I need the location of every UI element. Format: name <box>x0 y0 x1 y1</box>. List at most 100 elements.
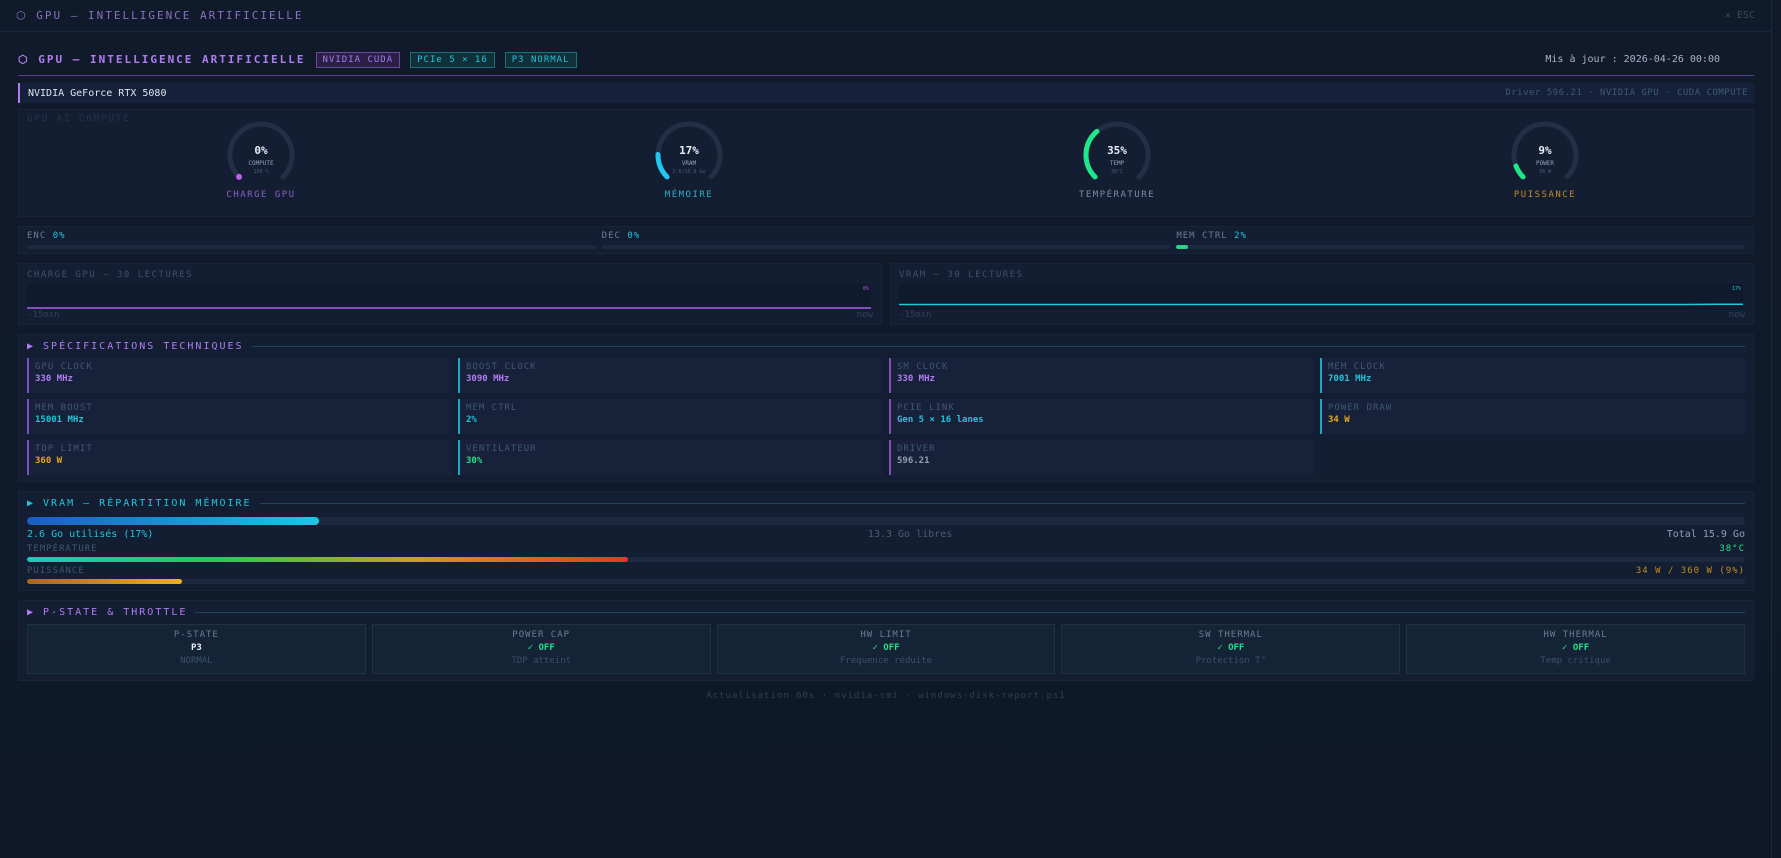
pstate-key: POWER CAP <box>512 630 571 640</box>
device-bar: NVIDIA GeForce RTX 5080 Driver 596.21 · … <box>18 83 1754 103</box>
gauge-detail: 34 W <box>1539 169 1552 175</box>
spec-value: 596.21 <box>897 456 930 466</box>
power-label: PUISSANCE <box>27 566 85 576</box>
spec-key: POWER DRAW <box>1328 403 1393 413</box>
gauge-sub: VRAM <box>682 160 697 167</box>
badge-pstate: P3 NORMAL <box>504 51 577 68</box>
spec-value: 360 W <box>35 456 63 466</box>
device-name: NVIDIA GeForce RTX 5080 <box>28 87 167 99</box>
spec-value: 3090 MHz <box>466 374 510 384</box>
pstate-cell: HW THERMAL ✓ OFF Temp critique <box>1406 624 1745 674</box>
badge-cuda: NVIDIA CUDA <box>315 51 401 68</box>
window-title: ⬡ GPU — INTELLIGENCE ARTIFICIELLE <box>16 9 304 22</box>
spec-value: Gen 5 × 16 lanes <box>897 415 984 425</box>
gpu-spark-plot: 0% <box>27 284 871 310</box>
pstate-value: ✓ OFF <box>1562 643 1590 653</box>
spec-value: 34 W <box>1328 415 1350 425</box>
pstate-cell: SW THERMAL ✓ OFF Protection T° <box>1061 624 1401 674</box>
pstate-grid: P-STATE P3 NORMAL POWER CAP ✓ OFF TDP atteint… <box>27 624 1745 674</box>
pstate-value: P3 <box>190 643 202 653</box>
updated-timestamp: Mis à jour : 2026-04-26 00:00 <box>1545 54 1720 65</box>
page-title: ⬡ GPU — INTELLIGENCE ARTIFICIELLE <box>18 53 306 66</box>
dec-label: DEC <box>601 231 621 241</box>
temp-value: 38°C <box>1719 544 1745 554</box>
close-button[interactable]: ✕ ESC <box>1725 10 1755 21</box>
gauge-sub: POWER <box>1536 160 1554 167</box>
title-bar: ⬡ GPU — INTELLIGENCE ARTIFICIELLE ✕ ESC <box>0 0 1771 32</box>
spark-last-value: 0% <box>863 286 869 292</box>
spec-value: 330 MHz <box>897 374 935 384</box>
gpu-spark-title: CHARGE GPU — 30 LECTURES <box>27 270 194 280</box>
gpu-load-sparkline: CHARGE GPU — 30 LECTURES 0% -15min now <box>18 263 882 325</box>
power-fill <box>27 579 182 584</box>
temp-fill <box>27 557 629 562</box>
gauge-dot <box>236 173 243 180</box>
gauge-detail: 2.6/15.9 Go <box>672 169 705 175</box>
vram-sparkline: VRAM — 30 LECTURES 17% -15min now <box>890 263 1754 325</box>
memctrl-bar: MEM CTRL 2% <box>1176 231 1746 249</box>
pstate-cell: POWER CAP ✓ OFF TDP atteint <box>371 624 711 674</box>
vram-title: ▶ VRAM — RÉPARTITION MÉMOIRE <box>27 498 252 509</box>
gauge-name: CHARGE GPU <box>226 190 296 200</box>
gauges-panel: GPU AI COMPUTE 0% COMPUTE 100 % CHARGE GPU 1… <box>18 109 1754 217</box>
gauge-0: 0% COMPUTE 100 % CHARGE GPU <box>191 118 331 200</box>
spec-card: PCIE LINK Gen 5 × 16 lanes <box>889 399 1314 434</box>
pstate-value: ✓ OFF <box>872 643 900 653</box>
gauge-sub: TEMP <box>1110 160 1125 167</box>
spec-card: POWER DRAW 34 W <box>1320 399 1745 434</box>
specs-section: ▶ SPÉCIFICATIONS TECHNIQUES GPU CLOCK 330… <box>18 334 1754 482</box>
spec-card: MEM BOOST 15001 MHz <box>27 399 452 434</box>
gauge-value: 35% <box>1107 144 1127 157</box>
spec-value: 15001 MHz <box>35 415 84 425</box>
spec-key: MEM CLOCK <box>1328 362 1386 372</box>
pstate-cell: HW LIMIT ✓ OFF Fréquence réduite <box>716 624 1056 674</box>
pstate-key: P-STATE <box>173 630 219 640</box>
small-bars-panel: ENC 0% DEC 0% MEM CTRL 2% <box>18 226 1754 254</box>
pstate-sub: NORMAL <box>180 656 213 666</box>
gauge-sub: COMPUTE <box>248 160 274 167</box>
vram-spark-plot: 17% <box>899 284 1743 310</box>
vram-free: 13.3 Go libres <box>867 529 953 540</box>
vram-used: 2.6 Go utilisés (17%) <box>27 529 154 540</box>
vram-total: Total 15.9 Go <box>1666 529 1745 540</box>
pstate-value: ✓ OFF <box>1217 643 1245 653</box>
enc-bar: ENC 0% <box>27 231 596 249</box>
pstate-sub: TDP atteint <box>511 656 571 666</box>
power-value: 34 W / 360 W (9%) <box>1635 566 1745 576</box>
dec-bar: DEC 0% <box>601 231 1171 249</box>
dec-value: 0% <box>627 231 641 241</box>
spec-card: BOOST CLOCK 3090 MHz <box>458 358 883 393</box>
gauge-name: MÉMOIRE <box>664 190 714 200</box>
spec-card: VENTILATEUR 30% <box>458 440 883 475</box>
spec-key: VENTILATEUR <box>466 444 537 454</box>
pstate-sub: Fréquence réduite <box>839 656 933 666</box>
pstate-sub: Temp critique <box>1540 656 1611 666</box>
gpu-spark-start: -15min <box>27 310 60 320</box>
spec-card: MEM CTRL 2% <box>458 399 883 434</box>
gauge-2: 35% TEMP 38°C TEMPÉRATURE <box>1047 118 1187 200</box>
gauge-detail: 38°C <box>1111 169 1123 175</box>
memctrl-value: 2% <box>1234 231 1247 241</box>
memctrl-fill <box>1176 245 1188 249</box>
gpu-spark-end: now <box>856 310 873 320</box>
temp-label: TEMPÉRATURE <box>27 544 98 554</box>
spec-value: 30% <box>466 456 483 466</box>
gauge-name: PUISSANCE <box>1513 190 1577 200</box>
spec-key: DRIVER <box>897 444 936 454</box>
spec-card: DRIVER 596.21 <box>889 440 1314 475</box>
spec-card: TDP LIMIT 360 W <box>27 440 452 475</box>
spec-card: GPU CLOCK 330 MHz <box>27 358 452 393</box>
pstate-key: HW THERMAL <box>1543 630 1608 640</box>
pstate-key: SW THERMAL <box>1198 630 1263 640</box>
spec-key: MEM BOOST <box>35 403 93 413</box>
gauge-value: 9% <box>1538 144 1552 157</box>
header: ⬡ GPU — INTELLIGENCE ARTIFICIELLE NVIDIA… <box>18 44 1754 76</box>
vram-section: ▶ VRAM — RÉPARTITION MÉMOIRE 2.6 Go util… <box>18 491 1754 591</box>
vram-spark-start: -15min <box>899 310 932 320</box>
spec-value: 7001 MHz <box>1328 374 1372 384</box>
specs-grid: GPU CLOCK 330 MHz BOOST CLOCK 3090 MHz SM CL… <box>27 358 1745 475</box>
pstate-value: ✓ OFF <box>527 643 555 653</box>
pstate-key: HW LIMIT <box>860 630 912 640</box>
spec-key: BOOST CLOCK <box>466 362 537 372</box>
memctrl-label: MEM CTRL <box>1176 231 1228 241</box>
